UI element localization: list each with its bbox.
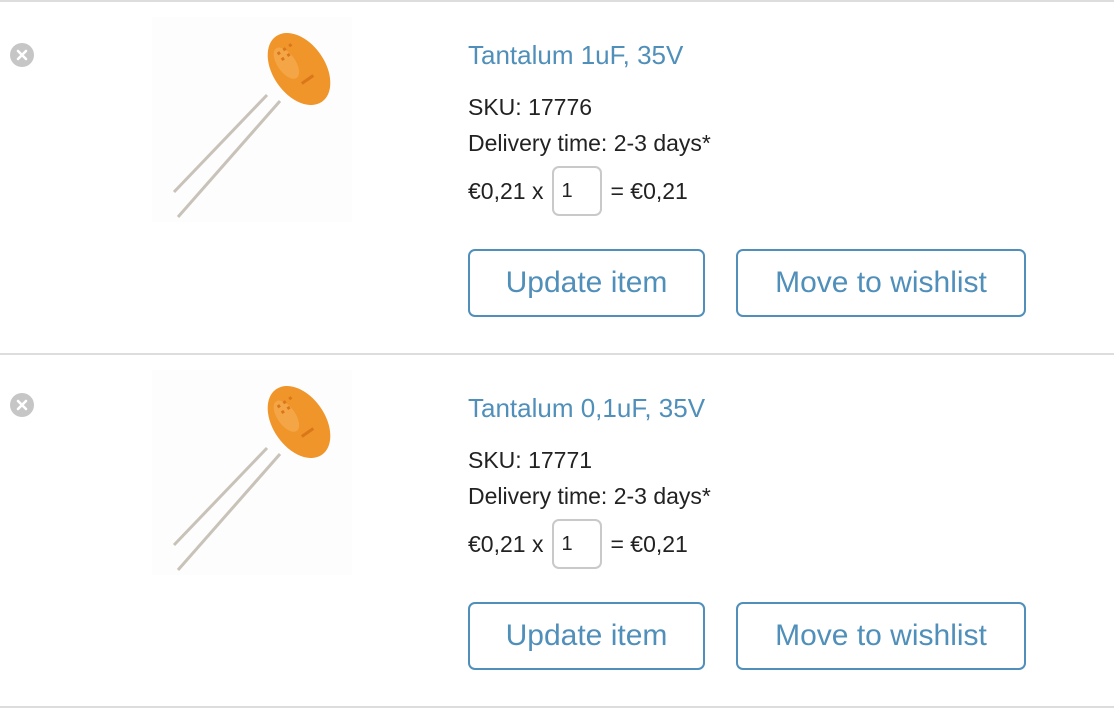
- line-total: = €0,21: [610, 177, 688, 204]
- unit-price: €0,21 x: [468, 530, 544, 557]
- sku-text: SKU: 17776: [468, 94, 593, 120]
- price-row: €0,21 x = €0,21: [468, 517, 688, 571]
- update-item-button[interactable]: Update item: [468, 602, 705, 670]
- remove-item-button[interactable]: [10, 43, 34, 67]
- capacitor-image: [172, 32, 331, 218]
- quantity-input[interactable]: [552, 519, 603, 569]
- price-row: €0,21 x = €0,21: [468, 164, 688, 218]
- delivery-time: Delivery time: 2-3 days*: [468, 130, 711, 156]
- cart-item: Tantalum 1uF, 35V SKU: 17776 Delivery ti…: [0, 2, 1114, 354]
- close-icon: [16, 49, 28, 61]
- capacitor-image: [172, 385, 331, 571]
- product-title-link[interactable]: Tantalum 0,1uF, 35V: [468, 393, 705, 424]
- unit-price: €0,21 x: [468, 177, 544, 204]
- sku-text: SKU: 17771: [468, 447, 593, 473]
- cart-items: Tantalum 1uF, 35V SKU: 17776 Delivery ti…: [0, 0, 1114, 711]
- close-icon: [16, 399, 28, 411]
- line-total: = €0,21: [610, 530, 688, 557]
- move-to-wishlist-button[interactable]: Move to wishlist: [736, 602, 1026, 670]
- product-image[interactable]: [152, 370, 352, 575]
- quantity-input[interactable]: [552, 166, 603, 216]
- cart-item: Tantalum 0,1uF, 35V SKU: 17771 Delivery …: [0, 355, 1114, 707]
- product-image[interactable]: [152, 17, 352, 222]
- update-item-button[interactable]: Update item: [468, 249, 705, 317]
- remove-item-button[interactable]: [10, 393, 34, 417]
- product-title-link[interactable]: Tantalum 1uF, 35V: [468, 40, 683, 71]
- delivery-time: Delivery time: 2-3 days*: [468, 483, 711, 509]
- divider: [0, 706, 1114, 708]
- move-to-wishlist-button[interactable]: Move to wishlist: [736, 249, 1026, 317]
